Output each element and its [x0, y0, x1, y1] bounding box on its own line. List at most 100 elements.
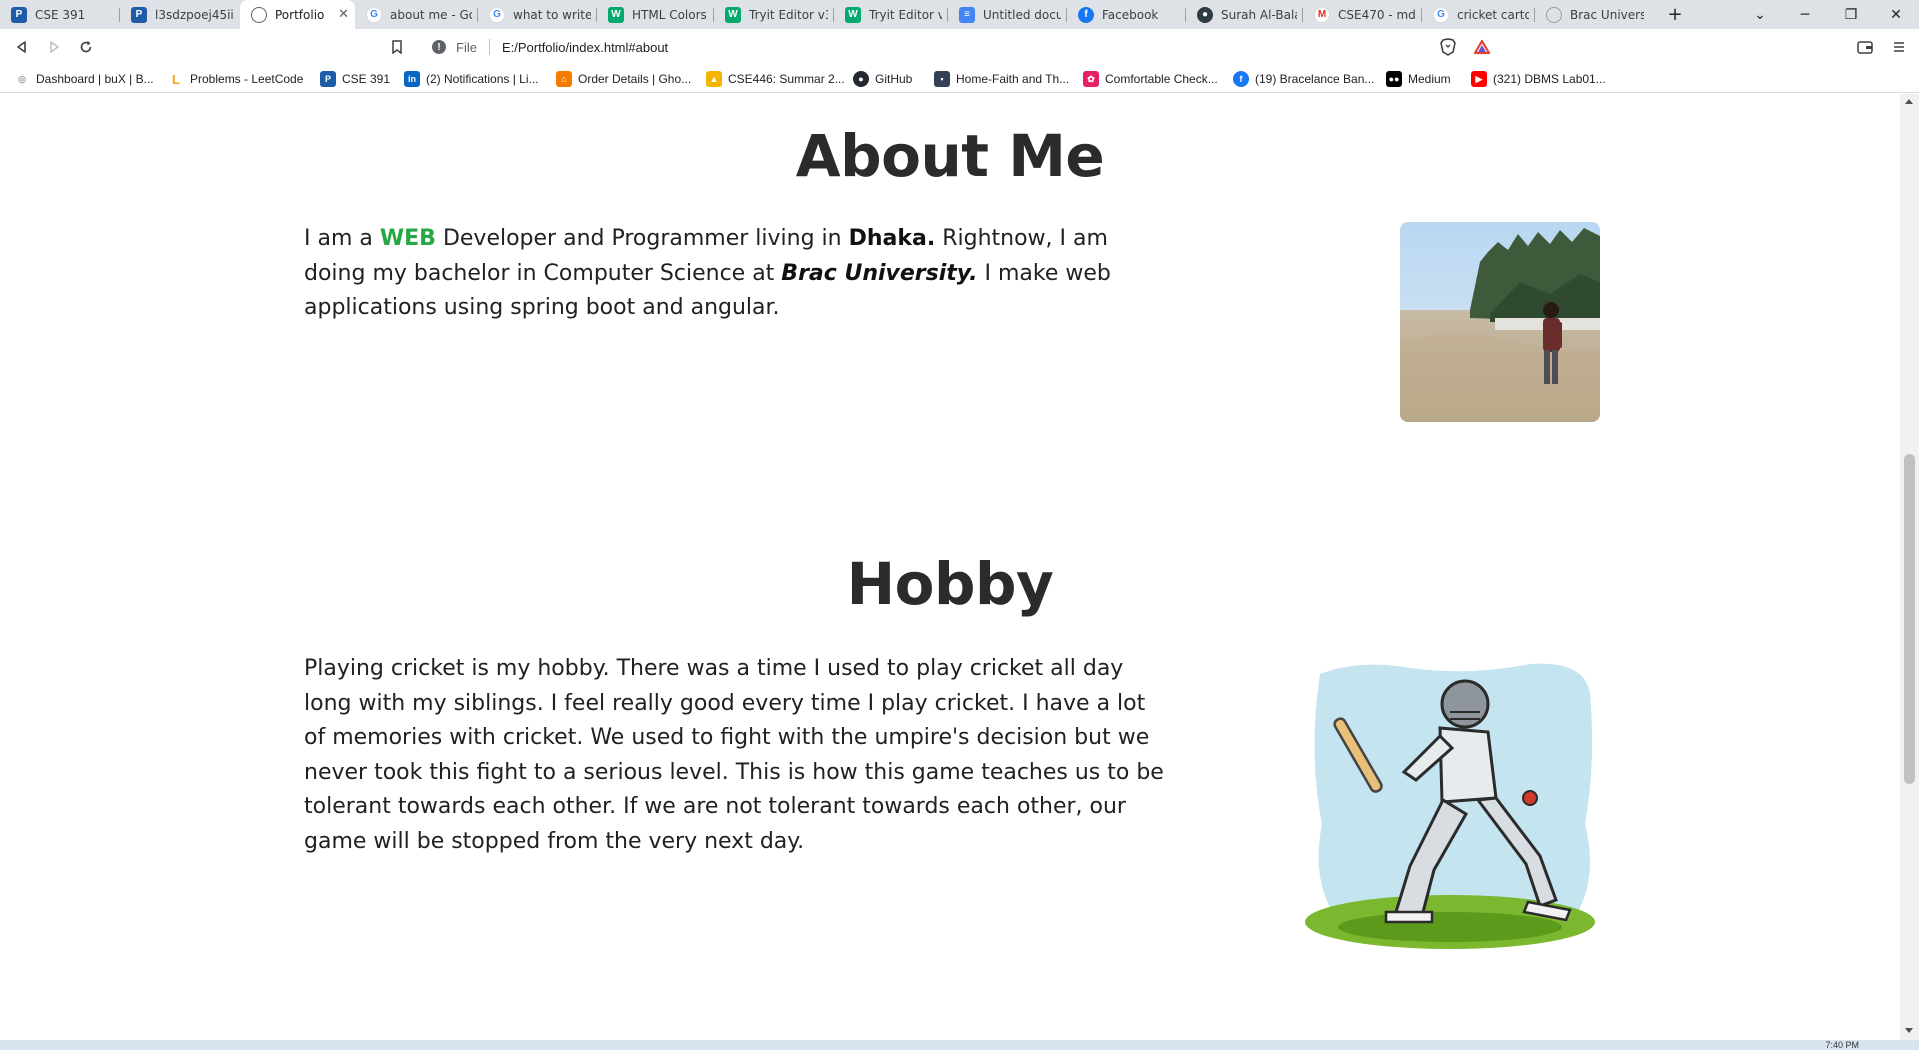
- tab-search-button[interactable]: ⌄: [1737, 0, 1783, 29]
- tab-0[interactable]: P CSE 391: [0, 0, 120, 29]
- tab-5[interactable]: W HTML Colors: [597, 0, 714, 29]
- bookmark-button[interactable]: [383, 34, 411, 60]
- cricket-player-illustration: [1305, 663, 1595, 949]
- tab-3[interactable]: Gabout me - Go: [355, 0, 478, 29]
- tab-1[interactable]: Pl3sdzpoej45ii: [120, 0, 240, 29]
- tab-label: Facebook: [1102, 7, 1159, 22]
- gmail-icon: M: [1314, 6, 1330, 23]
- web-highlight: WEB: [379, 226, 436, 251]
- tab-11[interactable]: M CSE470 - md.e: [1303, 0, 1422, 29]
- tab-label: Tryit Editor v3.7: [749, 7, 828, 22]
- tray-clock: 7:40 PM: [1825, 1040, 1859, 1050]
- restore-button[interactable]: ❐: [1828, 0, 1874, 29]
- tab-12[interactable]: Gcricket cartoon: [1422, 0, 1535, 29]
- reload-icon: [80, 41, 92, 53]
- tab-9[interactable]: f Facebook: [1067, 0, 1186, 29]
- globe-icon: [1546, 6, 1562, 23]
- reload-button[interactable]: [72, 34, 100, 60]
- bookmark-item[interactable]: in (2) Notifications | Li...: [404, 70, 539, 88]
- bookmark-label: Medium: [1408, 72, 1451, 86]
- google-docs-icon: ≡: [959, 6, 975, 23]
- bookmark-item[interactable]: ✿ Comfortable Check...: [1083, 70, 1218, 88]
- new-tab-button[interactable]: +: [1652, 0, 1698, 29]
- bookmark-item[interactable]: ▶ (321) DBMS Lab01...: [1471, 70, 1606, 88]
- brave-rewards-icon: [1474, 39, 1490, 55]
- scroll-down-arrow-icon[interactable]: [1905, 1028, 1913, 1033]
- about-text-1: I am a: [304, 226, 380, 251]
- globe-icon: [251, 6, 267, 23]
- minimize-icon: ─: [1800, 6, 1810, 23]
- os-taskbar: 7:40 PM: [0, 1040, 1919, 1050]
- minimize-button[interactable]: ─: [1782, 0, 1828, 29]
- bookmark-item[interactable]: ● GitHub: [853, 70, 912, 88]
- bookmarks-bar: ◎ Dashboard | buX | B... L Problems - LeetC…: [0, 65, 1919, 93]
- browser-toolbar: ! File E:/Portfolio/index.html#about: [0, 29, 1919, 65]
- linkedin-icon: in: [404, 71, 420, 87]
- scroll-thumb[interactable]: [1904, 454, 1915, 784]
- bookmark-label: Problems - LeetCode: [190, 72, 304, 86]
- tab-label: Surah Al-Balad: [1221, 7, 1297, 22]
- tab-4[interactable]: Gwhat to write a: [478, 0, 597, 29]
- cricket-cartoon-image: [1300, 654, 1610, 954]
- tab-6[interactable]: W Tryit Editor v3.7: [714, 0, 834, 29]
- tab-13[interactable]: Brac University: [1535, 0, 1650, 29]
- bookmark-item[interactable]: f (19) Bracelance Ban...: [1233, 70, 1374, 88]
- about-text-2: Developer and Programmer living in: [435, 226, 849, 251]
- brave-rewards-button[interactable]: [1468, 34, 1496, 60]
- facebook-icon: f: [1233, 71, 1249, 87]
- menu-button[interactable]: [1885, 34, 1913, 60]
- url-separator: [488, 39, 490, 55]
- bux-icon: ◎: [18, 73, 26, 84]
- shop-icon: ✿: [1083, 71, 1099, 87]
- url-scheme: File: [456, 39, 477, 55]
- wallet-icon: [1857, 41, 1873, 54]
- bookmark-item[interactable]: ◎ Dashboard | buX | B...: [14, 70, 154, 88]
- page-scrollbar[interactable]: [1900, 94, 1919, 1040]
- bookmark-item[interactable]: P CSE 391: [320, 70, 390, 88]
- close-icon: ✕: [1890, 6, 1902, 23]
- home-icon: ⌂: [556, 71, 572, 87]
- brave-shields-button[interactable]: [1434, 34, 1462, 60]
- wallet-button[interactable]: [1851, 34, 1879, 60]
- bookmark-item[interactable]: ▲ CSE446: Summar 2...: [706, 70, 845, 88]
- bookmark-label: CSE446: Summar 2...: [728, 72, 845, 86]
- site-info-icon[interactable]: !: [432, 40, 446, 54]
- back-button[interactable]: [8, 34, 36, 60]
- bookmark-label: (2) Notifications | Li...: [426, 72, 539, 86]
- bookmark-label: (321) DBMS Lab01...: [1493, 72, 1606, 86]
- facebook-icon: f: [1078, 6, 1094, 23]
- address-bar[interactable]: ! File E:/Portfolio/index.html#about: [420, 33, 1498, 61]
- classroom-icon: ▲: [706, 71, 722, 87]
- tab-label: Untitled docum: [983, 7, 1061, 22]
- bookmark-item[interactable]: L Problems - LeetCode: [168, 70, 303, 88]
- tab-10[interactable]: ● Surah Al-Balad: [1186, 0, 1303, 29]
- bookmark-label: (19) Bracelance Ban...: [1255, 72, 1375, 86]
- google-icon: G: [366, 6, 382, 23]
- tab-7[interactable]: W Tryit Editor v3.7: [834, 0, 948, 29]
- bookmark-label: Home-Faith and Th...: [956, 72, 1070, 86]
- tab-8[interactable]: ≡ Untitled docum: [948, 0, 1067, 29]
- w3schools-icon: W: [725, 6, 741, 23]
- close-tab-icon[interactable]: ✕: [338, 7, 349, 22]
- quran-icon: ●: [1197, 6, 1213, 23]
- google-icon: G: [489, 6, 505, 23]
- forward-button[interactable]: [40, 34, 68, 60]
- forward-arrow-icon: [50, 41, 59, 53]
- bookmark-item[interactable]: ⌂ Order Details | Gho...: [556, 70, 691, 88]
- github-icon: ●: [853, 71, 869, 87]
- university-highlight: Brac University.: [781, 260, 978, 286]
- chevron-down-icon: ⌄: [1754, 6, 1766, 23]
- bookmark-label: Comfortable Check...: [1105, 72, 1218, 86]
- close-window-button[interactable]: ✕: [1873, 0, 1919, 29]
- medium-icon: ●●: [1386, 71, 1402, 87]
- tab-label: HTML Colors: [632, 7, 707, 22]
- page-content: About Me I am a WEB Developer and Progra…: [0, 94, 1900, 1040]
- url-text[interactable]: E:/Portfolio/index.html#about: [502, 40, 668, 55]
- about-title: About Me: [795, 122, 1105, 190]
- bookmark-item[interactable]: ▪ Home-Faith and Th...: [934, 70, 1069, 88]
- leetcode-icon: L: [172, 71, 180, 87]
- bookmark-item[interactable]: ●● Medium: [1386, 70, 1451, 88]
- brave-lion-icon: [1440, 38, 1456, 56]
- tab-2[interactable]: Portfolio ✕: [240, 0, 355, 29]
- scroll-up-arrow-icon[interactable]: [1905, 99, 1913, 104]
